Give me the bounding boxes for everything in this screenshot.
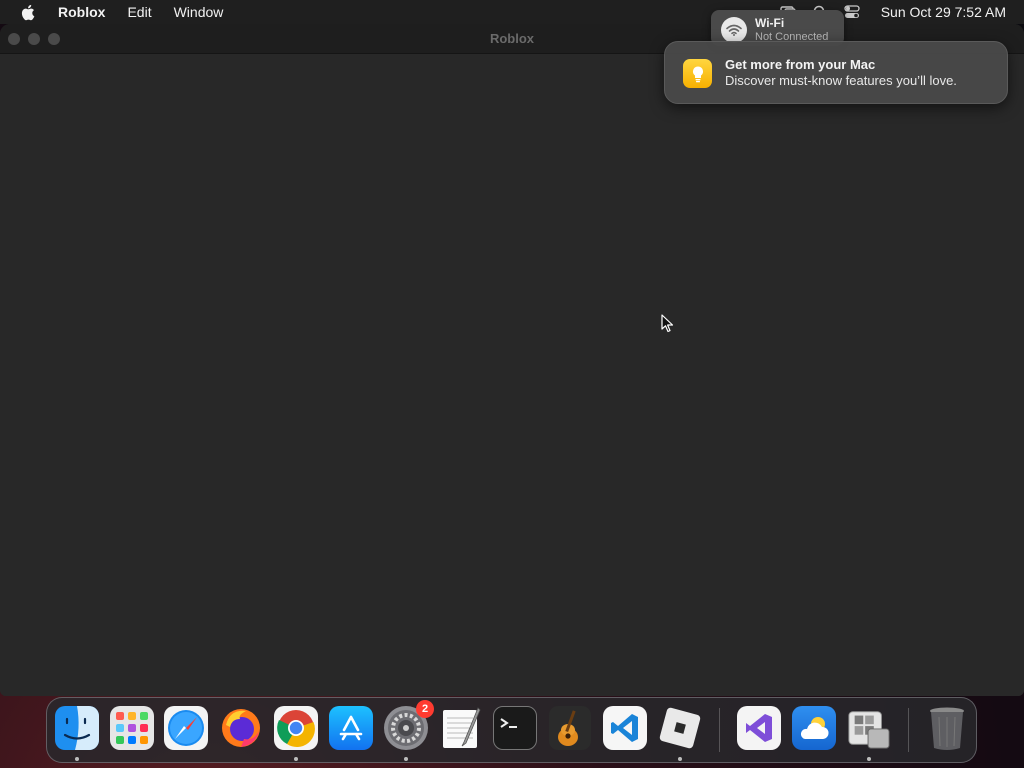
bootcamp-icon[interactable]: [847, 706, 891, 750]
dock: 2: [46, 697, 977, 763]
roblox-window: Roblox: [0, 24, 1024, 696]
launchpad-icon[interactable]: [110, 706, 154, 750]
menu-edit[interactable]: Edit: [127, 4, 151, 20]
system-settings-icon[interactable]: 2: [384, 700, 434, 750]
notification-title: Get more from your Mac: [725, 57, 876, 72]
garageband-icon[interactable]: [548, 706, 592, 750]
control-center-icon[interactable]: [843, 5, 861, 19]
apple-logo-icon[interactable]: [17, 2, 37, 22]
visual-studio-icon[interactable]: [737, 706, 781, 750]
lightbulb-icon: [683, 59, 712, 88]
textedit-icon[interactable]: [439, 706, 483, 750]
weather-icon[interactable]: [792, 706, 836, 750]
app-store-icon[interactable]: [329, 706, 373, 750]
system-settings-running-indicator: [404, 757, 408, 761]
window-content[interactable]: [0, 54, 1024, 696]
wifi-name: Wi-Fi: [755, 16, 785, 30]
menu-window[interactable]: Window: [174, 4, 224, 20]
terminal-icon[interactable]: [493, 706, 537, 750]
mouse-cursor-icon: [661, 314, 675, 334]
firefox-icon[interactable]: [219, 706, 263, 750]
chrome-icon[interactable]: [274, 706, 318, 750]
finder-icon[interactable]: [55, 706, 99, 750]
menu-app-name[interactable]: Roblox: [58, 4, 105, 20]
roblox-icon[interactable]: [658, 706, 702, 750]
bootcamp-running-indicator: [867, 757, 871, 761]
roblox-running-indicator: [678, 757, 682, 761]
menu-bar-clock[interactable]: Sun Oct 29 7:52 AM: [881, 4, 1006, 20]
dock-separator: [908, 708, 909, 752]
chrome-running-indicator: [294, 757, 298, 761]
notification-banner[interactable]: Get more from your Mac Discover must-kno…: [664, 41, 1008, 104]
dock-separator: [719, 708, 720, 752]
wifi-icon: [721, 17, 747, 43]
notification-body: Discover must-know features you’ll love.: [725, 73, 957, 88]
trash-icon[interactable]: [925, 706, 969, 750]
safari-icon[interactable]: [164, 706, 208, 750]
system-settings-badge: 2: [416, 700, 434, 718]
finder-running-indicator: [75, 757, 79, 761]
menu-bar: Roblox Edit Window Sun Oct 29 7:52 AM: [0, 0, 1024, 24]
vscode-icon[interactable]: [603, 706, 647, 750]
